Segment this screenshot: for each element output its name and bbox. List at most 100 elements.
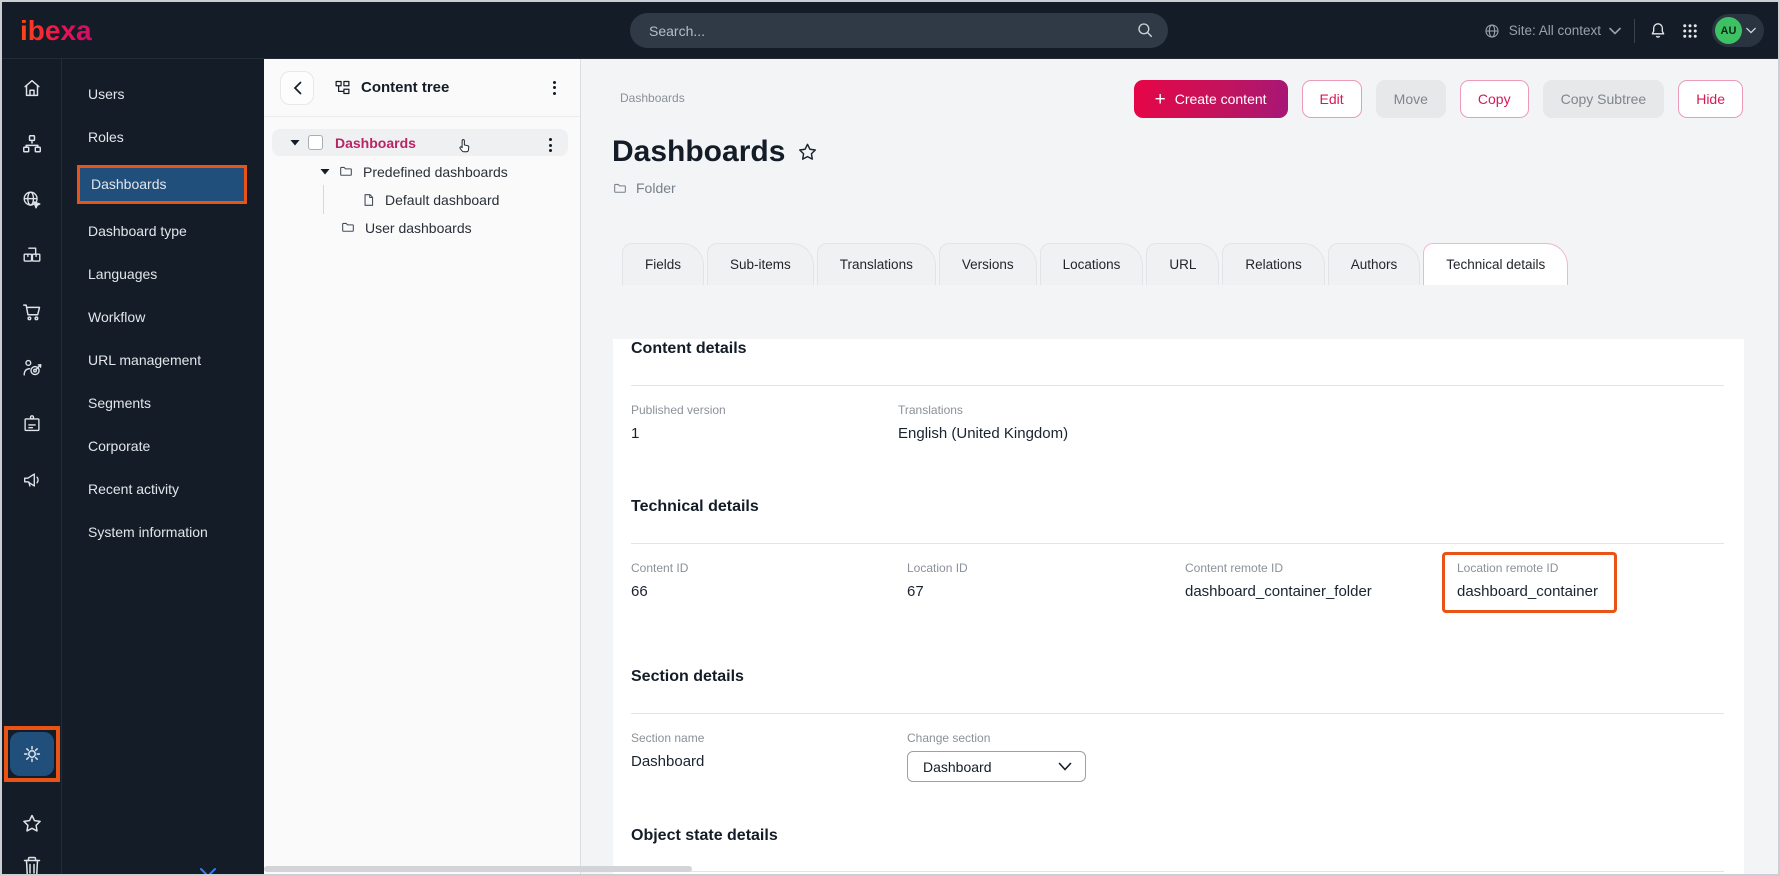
tree-node-kebab-icon[interactable] bbox=[543, 134, 558, 156]
hand-cursor-icon bbox=[455, 136, 474, 156]
notifications-bell-icon[interactable] bbox=[1648, 20, 1668, 41]
content-type-folder-icon bbox=[612, 181, 628, 196]
field-location-remote-id-value: dashboard_container bbox=[1457, 582, 1598, 601]
folder-icon bbox=[340, 220, 356, 235]
tab-translations[interactable]: Translations bbox=[817, 243, 936, 285]
caret-down-icon[interactable] bbox=[290, 139, 300, 147]
sidebar-item-users[interactable]: Users bbox=[62, 73, 264, 116]
sidebar-item-workflow[interactable]: Workflow bbox=[62, 296, 264, 339]
site-globe-icon[interactable] bbox=[21, 189, 43, 211]
sidebar-item-roles[interactable]: Roles bbox=[62, 116, 264, 159]
trash-icon[interactable] bbox=[20, 854, 44, 876]
tree-node-dashboards[interactable]: Dashboards bbox=[272, 129, 568, 156]
personalization-target-icon[interactable] bbox=[21, 357, 43, 379]
tree-node-predefined-dashboards[interactable]: Predefined dashboards bbox=[264, 159, 580, 184]
content-type-label: Folder bbox=[636, 180, 676, 196]
tab-versions[interactable]: Versions bbox=[939, 243, 1037, 285]
caret-down-icon[interactable] bbox=[320, 168, 330, 176]
section-divider bbox=[631, 385, 1724, 386]
search-icon[interactable] bbox=[1136, 21, 1154, 39]
section-divider bbox=[631, 871, 1724, 872]
globe-icon bbox=[1483, 22, 1501, 40]
bookmarks-star-icon[interactable] bbox=[20, 812, 44, 836]
sidebar-item-url-management[interactable]: URL management bbox=[62, 339, 264, 382]
horizontal-scrollbar[interactable] bbox=[264, 866, 692, 872]
chevron-down-icon bbox=[1609, 27, 1621, 35]
app-window: ibexa Site: All context bbox=[0, 0, 1780, 876]
logo-text: ibexa bbox=[20, 15, 92, 46]
tree-guide-line bbox=[323, 185, 324, 214]
content-structure-icon[interactable] bbox=[21, 133, 43, 155]
tab-locations[interactable]: Locations bbox=[1040, 243, 1144, 285]
section-heading-content-details: Content details bbox=[631, 339, 1724, 359]
content-tree-icon bbox=[334, 79, 351, 96]
edit-button[interactable]: Edit bbox=[1302, 80, 1362, 118]
main-content: Dashboards + Create content Edit Move Co… bbox=[581, 59, 1778, 874]
field-content-remote-id: Content remote ID dashboard_container_fo… bbox=[1185, 561, 1457, 613]
tab-authors[interactable]: Authors bbox=[1328, 243, 1421, 285]
avatar: AU bbox=[1715, 17, 1742, 44]
field-location-id: Location ID 67 bbox=[907, 561, 1185, 613]
home-icon[interactable] bbox=[21, 77, 43, 99]
tab-url[interactable]: URL bbox=[1146, 243, 1219, 285]
hide-button[interactable]: Hide bbox=[1678, 80, 1743, 118]
avatar-chevron-icon bbox=[1746, 27, 1756, 34]
settings-button[interactable] bbox=[10, 732, 54, 776]
tree-node-user-dashboards[interactable]: User dashboards bbox=[264, 215, 580, 240]
sidebar-item-corporate[interactable]: Corporate bbox=[62, 425, 264, 468]
favorite-star-icon[interactable] bbox=[796, 141, 819, 164]
sidebar-item-segments[interactable]: Segments bbox=[62, 382, 264, 425]
collapse-tree-button[interactable] bbox=[280, 71, 314, 105]
chevron-left-icon bbox=[293, 81, 302, 95]
products-icon[interactable] bbox=[21, 245, 43, 267]
annotation-box-dashboards: Dashboards bbox=[77, 165, 247, 204]
folder-icon bbox=[338, 164, 354, 179]
sidebar-item-dashboard-type[interactable]: Dashboard type bbox=[62, 210, 264, 253]
admin-sidebar: Users Roles Dashboards Dashboard type La… bbox=[62, 59, 264, 874]
plus-icon: + bbox=[1155, 90, 1166, 109]
content-tree-title: Content tree bbox=[361, 79, 449, 96]
content-tree-panel: Content tree Dashboards bbox=[264, 59, 581, 874]
tab-fields[interactable]: Fields bbox=[622, 243, 704, 285]
marketing-megaphone-icon[interactable] bbox=[21, 469, 43, 491]
corporate-badge-icon[interactable] bbox=[21, 413, 43, 435]
tab-bar: Fields Sub-items Translations Versions L… bbox=[622, 243, 1778, 285]
ibexa-logo[interactable]: ibexa bbox=[20, 13, 98, 49]
tree-node-label: User dashboards bbox=[365, 220, 472, 236]
tree-options-kebab-icon[interactable] bbox=[547, 77, 562, 99]
sidebar-item-dashboards[interactable]: Dashboards bbox=[80, 168, 244, 201]
move-button[interactable]: Move bbox=[1376, 80, 1446, 118]
field-translations: Translations English (United Kingdom) bbox=[898, 403, 1724, 443]
copy-button[interactable]: Copy bbox=[1460, 80, 1529, 118]
site-context-selector[interactable]: Site: All context bbox=[1483, 22, 1621, 40]
copy-subtree-button[interactable]: Copy Subtree bbox=[1543, 80, 1665, 118]
tab-relations[interactable]: Relations bbox=[1222, 243, 1324, 285]
sidebar-item-system-information[interactable]: System information bbox=[62, 511, 264, 554]
field-location-remote-id-label: Location remote ID bbox=[1457, 561, 1598, 575]
topbar-divider bbox=[1634, 19, 1635, 43]
tree-node-label: Default dashboard bbox=[385, 192, 499, 208]
tab-technical-details[interactable]: Technical details bbox=[1423, 243, 1568, 285]
icon-rail bbox=[2, 59, 62, 874]
search-input[interactable] bbox=[630, 13, 1168, 48]
breadcrumb[interactable]: Dashboards bbox=[620, 91, 685, 105]
sidebar-item-recent-activity[interactable]: Recent activity bbox=[62, 468, 264, 511]
section-heading-technical-details: Technical details bbox=[631, 497, 1724, 517]
field-section-name: Section name Dashboard bbox=[631, 731, 907, 782]
sidebar-scroll-chevron-icon[interactable] bbox=[198, 867, 218, 876]
app-grid-icon[interactable] bbox=[1681, 22, 1699, 40]
section-heading-object-state-details: Object state details bbox=[631, 826, 1724, 846]
user-menu[interactable]: AU bbox=[1712, 14, 1764, 47]
section-heading-section-details: Section details bbox=[631, 667, 1724, 687]
annotation-box-settings bbox=[4, 726, 60, 782]
create-content-button[interactable]: + Create content bbox=[1134, 80, 1288, 118]
commerce-cart-icon[interactable] bbox=[21, 301, 43, 323]
annotation-box-location-remote-id: Location remote ID dashboard_container bbox=[1442, 552, 1617, 613]
tree-node-label: Predefined dashboards bbox=[363, 164, 508, 180]
tree-node-default-dashboard[interactable]: Default dashboard bbox=[264, 187, 580, 212]
tree-node-checkbox[interactable] bbox=[308, 135, 323, 150]
tab-sub-items[interactable]: Sub-items bbox=[707, 243, 814, 285]
top-bar: ibexa Site: All context bbox=[2, 2, 1778, 59]
sidebar-item-languages[interactable]: Languages bbox=[62, 253, 264, 296]
change-section-dropdown[interactable]: Dashboard bbox=[907, 751, 1086, 782]
